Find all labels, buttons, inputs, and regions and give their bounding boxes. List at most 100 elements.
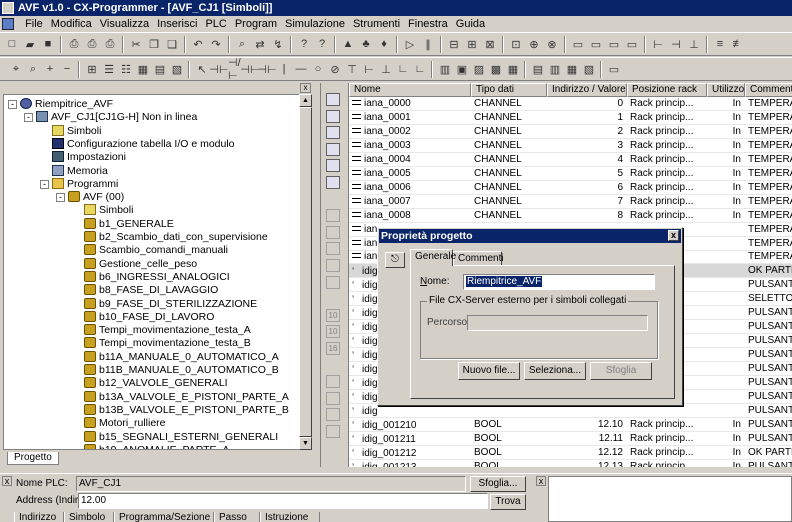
- tree-node[interactable]: Motori_rulliere: [84, 417, 166, 430]
- counter-16-icon[interactable]: 16: [326, 342, 340, 355]
- column-header[interactable]: Commento: [745, 83, 792, 97]
- tree-node[interactable]: b19_ANOMALIE_PARTE_A: [84, 443, 229, 449]
- menu-modifica[interactable]: Modifica: [47, 18, 96, 30]
- tree-node[interactable]: Memoria: [52, 164, 108, 178]
- mnemonic-view-icon[interactable]: [326, 126, 340, 140]
- step-3-icon[interactable]: [326, 408, 340, 422]
- mnemonic-icon[interactable]: ▥: [437, 61, 453, 77]
- column-header[interactable]: Utilizzo: [707, 83, 745, 97]
- output-icon[interactable]: [326, 242, 340, 256]
- step-icon[interactable]: [326, 375, 340, 389]
- view-icon[interactable]: ▧: [581, 61, 597, 77]
- mode-run-icon[interactable]: ▭: [624, 36, 640, 52]
- tree-node[interactable]: Riempitrice_AVF: [20, 98, 113, 111]
- address-input[interactable]: 12.00: [78, 493, 488, 509]
- counter-10b-icon[interactable]: 10: [326, 325, 340, 339]
- table-row[interactable]: iana_0000 CHANNEL 0 Rack princip... In TEMPER…: [349, 97, 792, 111]
- tab-generale[interactable]: Generale: [410, 249, 456, 266]
- symbols-view-icon[interactable]: [326, 93, 340, 106]
- symbol-comment-icon[interactable]: ☰: [101, 61, 117, 77]
- menu-file[interactable]: File: [21, 18, 47, 30]
- new-file-button[interactable]: Nuovo file...: [458, 362, 520, 380]
- tree-node[interactable]: b9_FASE_DI_STERILIZZAZIONE: [84, 297, 257, 311]
- table-row[interactable]: iana_0001 CHANNEL 1 Rack princip... In TEMPER…: [349, 111, 792, 125]
- ladder-icon[interactable]: ▤: [530, 61, 546, 77]
- tree-node[interactable]: b11B_MANUALE_0_AUTOMATICO_B: [84, 364, 279, 377]
- timer-icon[interactable]: ▦: [505, 61, 521, 77]
- tab-progetto[interactable]: Progetto: [7, 452, 59, 465]
- run-icon[interactable]: ▷: [402, 36, 418, 52]
- tree-node[interactable]: Programmi: [52, 177, 118, 191]
- tree-scrollbar[interactable]: ▲ ▼: [299, 94, 312, 450]
- setup-icon[interactable]: ▨: [471, 61, 487, 77]
- table-row[interactable]: iana_0008 CHANNEL 8 Rack princip... In TEMPER…: [349, 209, 792, 223]
- compare-icon[interactable]: ⊟: [446, 36, 462, 52]
- io-icon[interactable]: ⊡: [508, 36, 524, 52]
- pointer-icon[interactable]: ↖: [194, 61, 210, 77]
- tree-expander-icon[interactable]: -: [56, 193, 65, 203]
- grid-icon[interactable]: ⊞: [84, 61, 100, 77]
- force-off-icon[interactable]: ⊣: [668, 36, 684, 52]
- tree-node[interactable]: b10_FASE_DI_LAVORO: [84, 310, 214, 324]
- force-on-icon[interactable]: ⊢: [650, 36, 666, 52]
- select-mode-icon[interactable]: ⌖: [8, 61, 24, 77]
- transfer-to-icon[interactable]: ⊞: [464, 36, 480, 52]
- tree-node[interactable]: b11A_MANUALE_0_AUTOMATICO_A: [84, 350, 279, 364]
- plc-browse-button[interactable]: Sfoglia...: [470, 476, 526, 492]
- table-row[interactable]: iana_0004 CHANNEL 4 Rack princip... In TEMPER…: [349, 153, 792, 167]
- monitor-window-icon[interactable]: ▦: [135, 61, 151, 77]
- table-row[interactable]: iana_0002 CHANNEL 2 Rack princip... In TEMPER…: [349, 125, 792, 139]
- print-icon[interactable]: ⎙: [84, 36, 100, 52]
- replace-icon[interactable]: ⇄: [252, 36, 268, 52]
- function-icon[interactable]: ⊢: [361, 61, 377, 77]
- menu-strumenti[interactable]: Strumenti: [349, 18, 404, 30]
- tree-expander-icon[interactable]: -: [24, 113, 33, 123]
- tree-expander-icon[interactable]: -: [8, 100, 17, 109]
- transfer-from-icon[interactable]: ⊠: [482, 36, 498, 52]
- tree-node[interactable]: b12_VALVOLE_GENERALI: [84, 377, 228, 390]
- rung-comment-icon[interactable]: ☷: [118, 61, 134, 77]
- new-icon[interactable]: □: [4, 36, 20, 52]
- step-2-icon[interactable]: [326, 391, 340, 405]
- zoom-out-icon[interactable]: −: [59, 61, 75, 77]
- vertical-line-icon[interactable]: |: [276, 61, 292, 77]
- plc-memory-icon[interactable]: ▣: [454, 61, 470, 77]
- clock-icon[interactable]: ⊗: [544, 36, 560, 52]
- tree-node[interactable]: b2_Scambio_dati_con_supervisione: [84, 231, 268, 244]
- coil-icon[interactable]: ○: [310, 61, 326, 77]
- panel-close-button[interactable]: x: [2, 476, 12, 486]
- set-icon[interactable]: ≡: [712, 36, 728, 52]
- contact-ornc-icon[interactable]: ⊣⊢: [257, 61, 276, 77]
- plc-info-icon[interactable]: ⊕: [526, 36, 542, 52]
- line-2-icon[interactable]: ∟: [412, 61, 428, 77]
- step-4-icon[interactable]: [326, 425, 340, 438]
- menu-finestra[interactable]: Finestra: [404, 18, 452, 30]
- menu-guida[interactable]: Guida: [452, 18, 489, 30]
- tree-node[interactable]: Simboli: [52, 124, 101, 138]
- address-ref-icon[interactable]: ▧: [169, 61, 185, 77]
- column-header[interactable]: Posizione rack: [627, 83, 707, 97]
- menu-program[interactable]: Program: [231, 18, 281, 30]
- watch-view-icon[interactable]: [326, 159, 340, 173]
- tree-node[interactable]: Tempi_movimentazione_testa_A: [84, 324, 251, 337]
- output-close-button[interactable]: x: [536, 476, 546, 486]
- stl-icon[interactable]: ▥: [547, 61, 563, 77]
- monitor-icon[interactable]: ♣: [358, 36, 374, 52]
- table-row[interactable]: ’ idig_001210 BOOL 12.10 Rack princip... In PU…: [349, 418, 792, 432]
- coil-nc-icon[interactable]: ⊘: [327, 61, 343, 77]
- menu-visualizza[interactable]: Visualizza: [96, 18, 153, 30]
- watch-icon[interactable]: ▤: [152, 61, 168, 77]
- table-row[interactable]: iana_0005 CHANNEL 5 Rack princip... In TEMPER…: [349, 167, 792, 181]
- tree-node[interactable]: Simboli: [84, 204, 133, 217]
- column-header[interactable]: Indirizzo / Valore: [547, 83, 627, 97]
- table-row[interactable]: iana_0006 CHANNEL 6 Rack princip... In TEMPER…: [349, 181, 792, 195]
- online-icon[interactable]: ▲: [340, 36, 356, 52]
- cancel-force-icon[interactable]: ⊥: [686, 36, 702, 52]
- tree-node[interactable]: b6_INGRESSI_ANALOGICI: [84, 270, 230, 284]
- undo-icon[interactable]: ↶: [190, 36, 206, 52]
- tree-node[interactable]: b8_FASE_DI_LAVAGGIO: [84, 284, 218, 297]
- zoom-icon[interactable]: ⌕: [25, 61, 41, 77]
- tree-node[interactable]: Impostazioni: [52, 151, 126, 164]
- scroll-down-arrow-icon[interactable]: ▼: [299, 437, 312, 450]
- mode-prog-icon[interactable]: ▭: [570, 36, 586, 52]
